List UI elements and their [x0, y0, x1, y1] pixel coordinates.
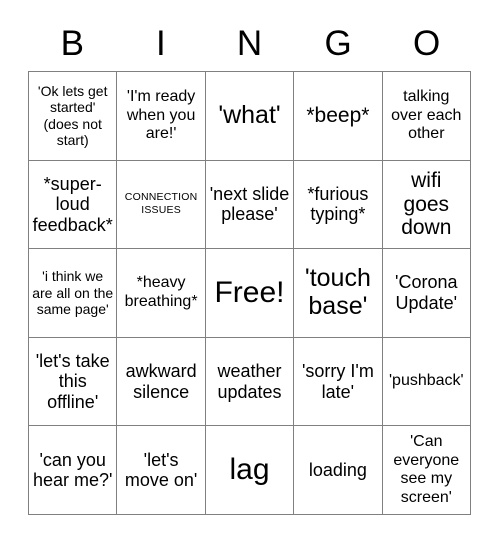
bingo-cell[interactable]: 'Corona Update' [382, 249, 471, 338]
bingo-cell-label: 'Corona Update' [395, 272, 458, 313]
bingo-cell-label: 'I'm ready when you are!' [126, 87, 196, 143]
bingo-cell[interactable]: *beep* [294, 72, 383, 161]
bingo-cell[interactable]: 'touch base' [294, 249, 383, 338]
bingo-cell-label: 'Can everyone see my screen' [393, 433, 460, 506]
bingo-cell[interactable]: 'Can everyone see my screen' [382, 426, 471, 515]
bingo-cell-label: 'can you hear me?' [32, 449, 113, 491]
bingo-cell-label: CONNECTION ISSUES [124, 191, 198, 217]
bingo-cell[interactable]: 'sorry I'm late' [294, 337, 383, 427]
bingo-header-letter-i: I [156, 24, 166, 63]
bingo-cell[interactable]: wifi goes down [382, 160, 471, 250]
bingo-cell[interactable]: 'let's move on' [117, 426, 206, 515]
bingo-header: B I N G O [28, 16, 471, 71]
bingo-header-letter-g: G [324, 24, 352, 63]
bingo-header-letter-b: B [60, 24, 84, 63]
bingo-cell[interactable]: 'i think we are all on the same page' [29, 249, 118, 338]
bingo-header-letter-n: N [236, 24, 263, 63]
bingo-cell[interactable]: *heavy breathing* [117, 249, 206, 338]
bingo-cell-label: 'Ok lets get started' (does not start) [37, 82, 108, 149]
bingo-cell[interactable]: *super-loud feedback* [29, 160, 118, 250]
bingo-grid: 'Ok lets get started' (does not start) '… [28, 71, 471, 515]
bingo-cell-label: 'i think we are all on the same page' [32, 268, 114, 318]
bingo-cell[interactable]: weather updates [205, 337, 295, 427]
bingo-cell[interactable]: talking over each other [382, 72, 471, 161]
bingo-card: B I N G O 'Ok lets get started' (does no… [0, 0, 500, 544]
bingo-cell-label: talking over each other [391, 87, 462, 143]
bingo-cell-label: 'let's move on' [124, 449, 198, 491]
bingo-cell-label: 'what' [218, 101, 281, 130]
bingo-cell-label: wifi goes down [401, 169, 452, 240]
bingo-header-letter-o: O [413, 24, 441, 63]
bingo-cell[interactable]: *furious typing* [294, 160, 383, 250]
bingo-cell-label: *heavy breathing* [124, 274, 198, 310]
bingo-cell-label: weather updates [217, 361, 282, 402]
bingo-cell-label: *beep* [306, 104, 370, 128]
bingo-cell-label: loading [308, 459, 367, 480]
bingo-cell[interactable]: 'I'm ready when you are!' [117, 72, 206, 161]
bingo-cell[interactable]: 'can you hear me?' [29, 426, 118, 515]
bingo-cell[interactable]: 'let's take this offline' [29, 337, 118, 427]
bingo-cell[interactable]: awkward silence [117, 337, 206, 427]
bingo-cell-label: awkward silence [125, 361, 197, 402]
bingo-cell-label: *super-loud feedback* [32, 173, 113, 235]
bingo-cell[interactable]: 'what' [205, 72, 295, 161]
bingo-cell-label: *furious typing* [307, 183, 369, 225]
bingo-cell-free-space[interactable]: Free! [205, 249, 295, 338]
bingo-cell[interactable]: loading [294, 426, 383, 515]
bingo-cell[interactable]: 'Ok lets get started' (does not start) [29, 72, 118, 161]
bingo-cell-label: lag [229, 452, 270, 486]
bingo-cell[interactable]: 'pushback' [382, 337, 471, 427]
bingo-cell-label: 'pushback' [388, 372, 464, 390]
bingo-cell-label: 'let's take this offline' [35, 350, 110, 412]
bingo-cell-label: 'touch base' [304, 264, 371, 320]
bingo-cell[interactable]: CONNECTION ISSUES [117, 160, 206, 250]
bingo-cell-label: 'sorry I'm late' [301, 361, 374, 402]
bingo-cell-label: 'next slide please' [209, 183, 290, 225]
bingo-cell[interactable]: 'next slide please' [205, 160, 295, 250]
bingo-cell-label: Free! [214, 275, 285, 309]
bingo-cell[interactable]: lag [205, 426, 295, 515]
